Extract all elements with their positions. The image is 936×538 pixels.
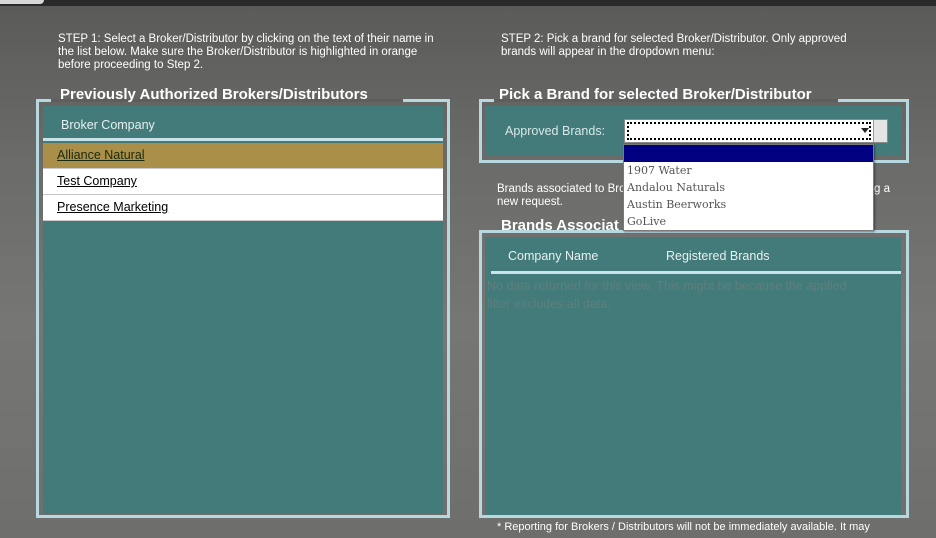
registered-brands-header[interactable]: Registered Brands	[666, 249, 770, 263]
approved-brands-label: Approved Brands:	[505, 124, 606, 138]
top-tab[interactable]	[0, 0, 44, 4]
pick-brand-title: Pick a Brand for selected Broker/Distrib…	[499, 86, 812, 103]
step2-instructions: STEP 2: Pick a brand for selected Broker…	[501, 33, 847, 58]
dropdown-option[interactable]: GoLive	[624, 213, 873, 230]
step1-instructions: STEP 1: Select a Broker/Distributor by c…	[58, 33, 434, 71]
dropdown-option[interactable]: Austin Beerworks	[624, 196, 873, 213]
approved-brands-dropdown: 1907 Water Andalou Naturals Austin Beerw…	[623, 144, 874, 231]
broker-item-presence-marketing[interactable]: Presence Marketing	[43, 195, 443, 221]
brands-help-right: g a	[874, 183, 890, 195]
dropdown-option[interactable]: Andalou Naturals	[624, 179, 873, 196]
dropdown-option-blank[interactable]	[624, 145, 873, 162]
header-divider	[43, 138, 443, 141]
dropdown-option[interactable]: 1907 Water	[624, 162, 873, 179]
select-arrow-button[interactable]	[873, 120, 887, 142]
chevron-down-icon	[861, 128, 869, 133]
broker-item-label[interactable]: Test Company	[57, 174, 137, 188]
no-data-line: No data returned for this view. This mig…	[487, 279, 847, 293]
broker-item-label[interactable]: Alliance Natural	[57, 148, 145, 162]
brands-help-left: Brands associated to Bro	[497, 183, 626, 195]
no-data-message: No data returned for this view. This mig…	[487, 277, 907, 313]
company-name-header[interactable]: Company Name	[508, 249, 598, 263]
broker-item-test-company[interactable]: Test Company	[43, 169, 443, 195]
brands-associated-panel: Brands Associat Company Name Registered …	[479, 217, 909, 518]
no-data-line: filter excludes all data.	[487, 297, 611, 311]
brokers-panel-title: Previously Authorized Brokers/Distributo…	[60, 86, 368, 103]
brokers-panel: Previously Authorized Brokers/Distributo…	[36, 86, 450, 518]
brands-associated-area: Company Name Registered Brands No data r…	[485, 237, 901, 515]
header-divider	[491, 271, 901, 274]
top-bar	[0, 0, 936, 6]
broker-item-label[interactable]: Presence Marketing	[57, 200, 168, 214]
brokers-list-area: Broker Company Alliance Natural Test Com…	[43, 106, 443, 514]
brands-associated-title: Brands Associat	[501, 217, 619, 234]
select-focus-ring	[627, 122, 871, 140]
broker-item-alliance-natural[interactable]: Alliance Natural	[43, 143, 443, 169]
reporting-footnote: * Reporting for Brokers / Distributors w…	[497, 521, 870, 533]
approved-brands-select[interactable]	[624, 119, 888, 143]
broker-company-header: Broker Company	[61, 118, 155, 132]
